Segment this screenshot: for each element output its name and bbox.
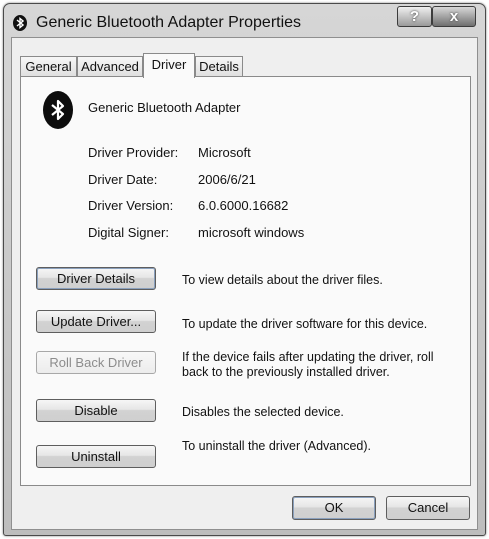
tab-advanced[interactable]: Advanced bbox=[77, 56, 143, 77]
tab-general[interactable]: General bbox=[20, 56, 77, 77]
driver-date-value: 2006/6/21 bbox=[198, 172, 256, 187]
properties-dialog: Generic Bluetooth Adapter Properties ? x… bbox=[3, 3, 486, 536]
update-driver-description: To update the driver software for this d… bbox=[182, 317, 428, 331]
device-name: Generic Bluetooth Adapter bbox=[88, 100, 241, 115]
close-button[interactable]: x bbox=[432, 6, 476, 27]
driver-details-description: To view details about the driver files. bbox=[182, 273, 383, 287]
bluetooth-icon bbox=[13, 15, 27, 31]
tab-details[interactable]: Details bbox=[195, 56, 243, 77]
roll-back-description-line1: If the device fails after updating the d… bbox=[182, 350, 434, 364]
ok-button[interactable]: OK bbox=[292, 496, 376, 520]
title-bar[interactable]: Generic Bluetooth Adapter Properties ? x bbox=[4, 4, 485, 37]
digital-signer-label: Digital Signer: bbox=[88, 225, 169, 240]
uninstall-button[interactable]: Uninstall bbox=[36, 445, 156, 468]
driver-date-label: Driver Date: bbox=[88, 172, 158, 187]
help-button[interactable]: ? bbox=[397, 6, 432, 27]
digital-signer-value: microsoft windows bbox=[198, 225, 305, 240]
window-title: Generic Bluetooth Adapter Properties bbox=[36, 14, 302, 31]
driver-version-label: Driver Version: bbox=[88, 198, 174, 213]
disable-description: Disables the selected device. bbox=[182, 405, 344, 419]
disable-button[interactable]: Disable bbox=[36, 399, 156, 422]
roll-back-driver-button[interactable]: Roll Back Driver bbox=[36, 351, 156, 374]
roll-back-description-line2: back to the previously installed driver. bbox=[182, 365, 390, 379]
bluetooth-icon bbox=[43, 91, 73, 129]
uninstall-description: To uninstall the driver (Advanced). bbox=[182, 439, 371, 453]
driver-version-value: 6.0.6000.16682 bbox=[198, 198, 289, 213]
driver-provider-label: Driver Provider: bbox=[88, 145, 179, 160]
cancel-button[interactable]: Cancel bbox=[386, 496, 470, 520]
dialog-body: General Advanced Driver Details Generic … bbox=[11, 37, 478, 530]
update-driver-button[interactable]: Update Driver... bbox=[36, 310, 156, 333]
tab-driver[interactable]: Driver bbox=[143, 53, 195, 78]
driver-details-button[interactable]: Driver Details bbox=[36, 267, 156, 290]
driver-tab-panel: Generic Bluetooth Adapter Driver Provide… bbox=[20, 76, 471, 486]
driver-provider-value: Microsoft bbox=[198, 145, 251, 160]
